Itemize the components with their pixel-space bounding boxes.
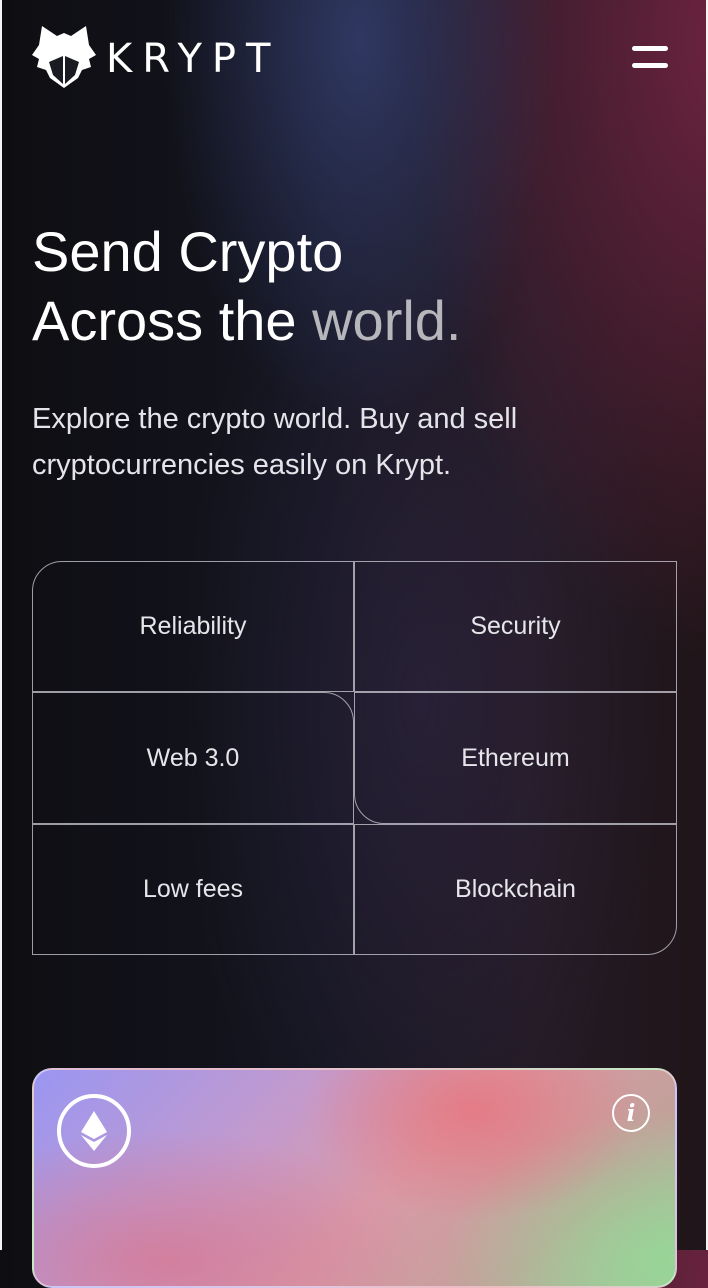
eth-card: i [32,1068,677,1288]
feature-reliability[interactable]: Reliability [32,561,354,692]
hero-subtitle: Explore the crypto world. Buy and sell c… [32,403,518,481]
logo[interactable]: KRYPT [32,26,280,88]
hero-title-accent: world. [312,289,462,352]
features-grid: Reliability Security Web 3.0 Ethereum Lo… [32,561,677,955]
hamburger-menu-icon-line [632,63,668,68]
brand-name: KRYPT [106,36,281,82]
menu-button[interactable] [630,44,670,70]
feature-ethereum[interactable]: Ethereum [354,692,677,824]
wolf-head-icon [32,26,96,88]
eth-badge [57,1094,131,1168]
viewport-left-edge [0,0,2,1250]
info-icon[interactable]: i [612,1094,650,1132]
hamburger-menu-icon [632,46,668,51]
feature-web3[interactable]: Web 3.0 [32,692,354,824]
hero-title-line1: Send Crypto [32,220,344,283]
feature-low-fees[interactable]: Low fees [32,824,354,955]
ethereum-icon [81,1111,107,1151]
hero-title: Send Crypto Across the world. [32,217,462,355]
feature-blockchain[interactable]: Blockchain [354,824,677,955]
hero-title-line2: Across the [32,289,313,352]
feature-security[interactable]: Security [354,561,677,692]
